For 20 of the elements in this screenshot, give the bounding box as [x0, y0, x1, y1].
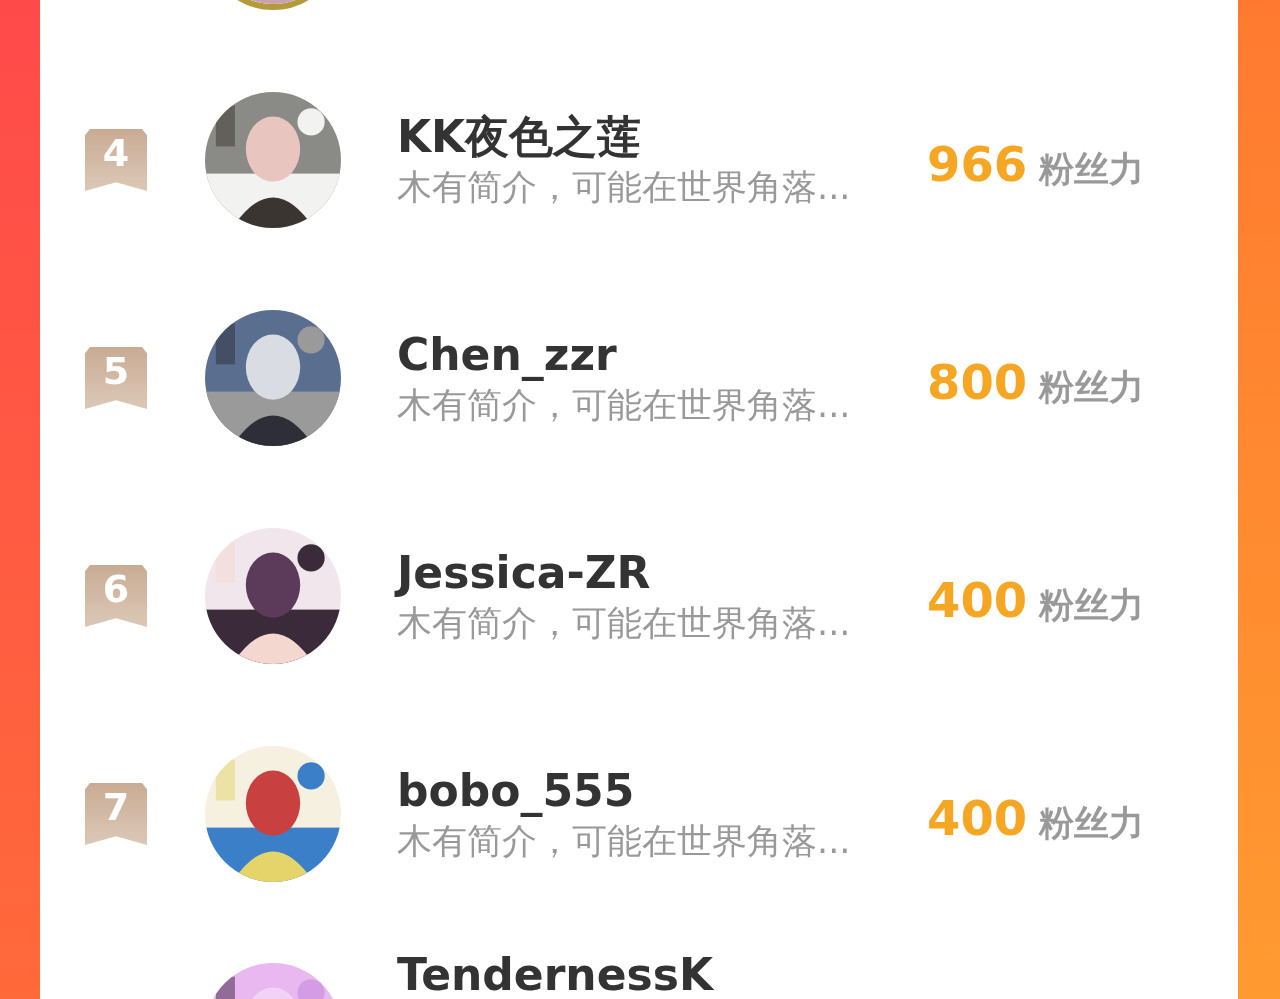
user-bio: 木有简介，可能在世界角落... — [397, 384, 852, 427]
user-name: KK夜色之莲 — [397, 110, 643, 164]
rank-ribbon: 4 — [85, 129, 147, 191]
user-bio: 木有简介，可能在世界角落... — [397, 166, 852, 209]
fan-score: 800 — [927, 353, 1028, 410]
rank-ribbon: 6 — [85, 565, 147, 627]
rank-ribbon: 5 — [85, 347, 147, 409]
fan-score: 400 — [927, 571, 1028, 628]
score-unit: 粉丝力 — [1039, 147, 1145, 191]
score-unit: 粉丝力 — [1039, 365, 1145, 409]
user-name: TendernessK — [397, 953, 715, 997]
fan-score: 966 — [927, 135, 1028, 192]
rank-ribbon: 7 — [85, 783, 147, 845]
score-unit: 粉丝力 — [1039, 801, 1145, 845]
score-unit: 粉丝力 — [1039, 583, 1145, 627]
user-name: Chen_zzr — [397, 328, 618, 382]
user-name: bobo_555 — [397, 764, 636, 818]
user-bio: 木有简介，可能在世界角落... — [397, 820, 852, 863]
fan-score: 400 — [927, 789, 1028, 846]
user-bio: 木有简介，可能在世界角落... — [397, 602, 852, 645]
